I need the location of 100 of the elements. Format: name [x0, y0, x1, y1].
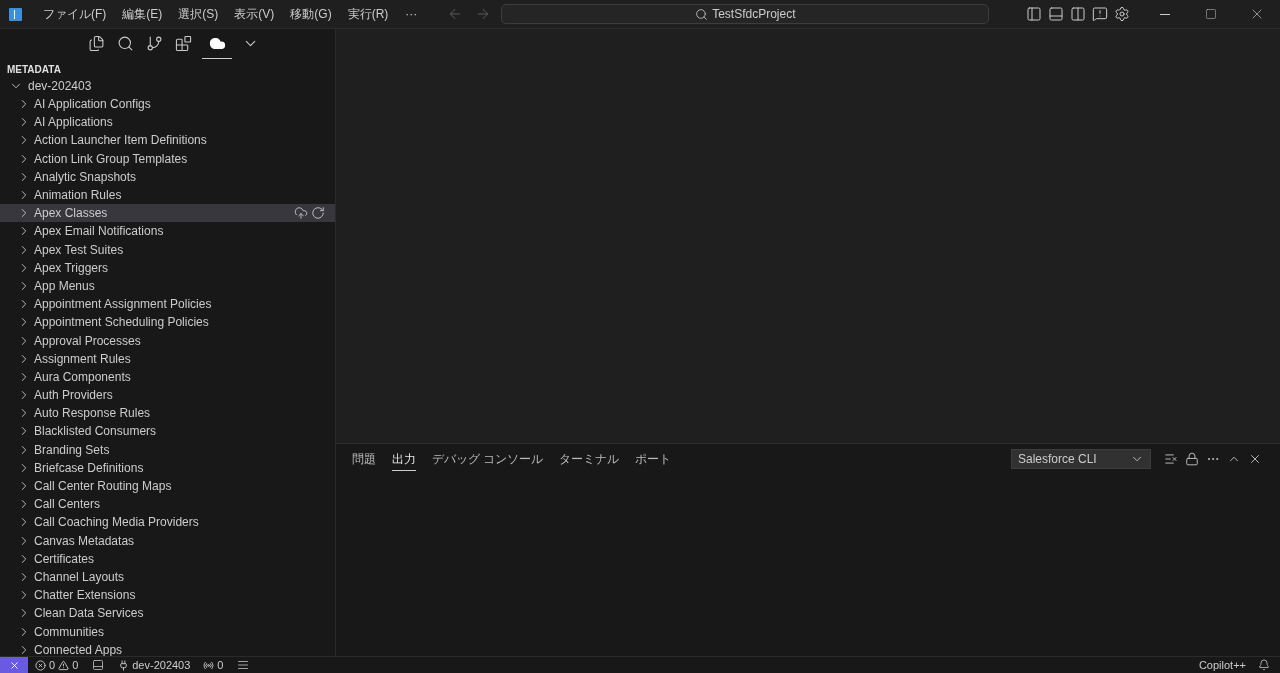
lock-icon[interactable] — [1185, 452, 1199, 466]
tree-label: Briefcase Definitions — [34, 459, 144, 477]
tree-label: Auto Response Rules — [34, 405, 151, 423]
tree-item[interactable]: Animation Rules — [0, 185, 335, 205]
tree-item[interactable]: AI Application Configs — [0, 95, 335, 114]
antenna-icon — [203, 659, 215, 671]
panel-tab[interactable]: 問題 — [352, 447, 376, 471]
tree-item[interactable]: Action Launcher Item Definitions — [0, 131, 335, 150]
menu-item[interactable]: 実行(R) — [340, 5, 396, 23]
error-icon — [35, 659, 46, 671]
tree-label: Branding Sets — [34, 441, 110, 459]
tree-label: Auth Providers — [34, 387, 113, 405]
menu-item[interactable]: 選択(S) — [171, 5, 226, 23]
cloud-icon — [208, 35, 226, 52]
panel-tab[interactable]: デバッグ コンソール — [432, 447, 544, 471]
tree-item[interactable]: Appointment Scheduling Policies — [0, 313, 335, 332]
remote-button[interactable] — [0, 657, 28, 673]
menu-item[interactable]: 編集(E) — [115, 5, 170, 23]
tree-item[interactable]: Canvas Metadatas — [0, 531, 335, 550]
search-text: TestSfdcProject — [712, 6, 796, 23]
tree-item[interactable]: Aura Components — [0, 367, 335, 386]
panel-tab[interactable]: 出力 — [392, 447, 416, 471]
tree-item[interactable]: Briefcase Definitions — [0, 458, 335, 477]
tree-item[interactable]: Apex Triggers — [0, 258, 335, 277]
tree-item[interactable]: Blacklisted Consumers — [0, 422, 335, 441]
tree-item[interactable]: Action Link Group Templates — [0, 149, 335, 168]
tree-item[interactable]: Branding Sets — [0, 440, 335, 459]
clear-output-icon[interactable] — [1164, 452, 1178, 466]
tree-label: Apex Test Suites — [34, 241, 124, 259]
menu-icon[interactable] — [237, 659, 250, 671]
tree-item[interactable]: Apex Test Suites — [0, 240, 335, 259]
menu-item[interactable]: ファイル(F) — [36, 5, 114, 23]
settings-icon[interactable] — [1114, 6, 1130, 22]
app-logo-icon — [9, 7, 22, 21]
tree-item[interactable]: Apex Email Notifications — [0, 222, 335, 241]
tree-item[interactable]: Call Coaching Media Providers — [0, 513, 335, 532]
section-title: METADATA — [6, 63, 62, 77]
panel-toggle-icon[interactable] — [1048, 6, 1064, 22]
sidebar-toggle-icon[interactable] — [1026, 6, 1042, 22]
tree-label: Call Coaching Media Providers — [34, 514, 199, 532]
tree-item[interactable]: AI Applications — [0, 113, 335, 132]
search-icon — [117, 35, 134, 52]
problems-status[interactable]: 0 0 — [35, 656, 79, 673]
tree-label: Channel Layouts — [34, 568, 125, 586]
tree-label: Certificates — [34, 550, 95, 568]
tree-label: Clean Data Services — [34, 605, 144, 623]
tree-item[interactable]: dev-202403 — [0, 77, 335, 95]
panel-tab[interactable]: ターミナル — [559, 447, 620, 471]
tree-item[interactable]: Communities — [0, 622, 335, 641]
output-channel-select[interactable]: Salesforce CLI — [1011, 449, 1151, 469]
tree-item[interactable]: Channel Layouts — [0, 567, 335, 587]
tree-item[interactable]: Certificates — [0, 549, 335, 568]
tree-item[interactable]: Connected Apps — [0, 640, 335, 656]
tree-label: Appointment Scheduling Policies — [34, 314, 209, 332]
notification-icon[interactable] — [1258, 659, 1270, 671]
tree-label: Analytic Snapshots — [34, 168, 137, 186]
tree-label: Aura Components — [34, 368, 131, 386]
tree-label: Call Centers — [34, 496, 101, 514]
tree-label: AI Application Configs — [34, 96, 151, 114]
maximize-icon — [1205, 8, 1217, 20]
cloud-upload-icon[interactable] — [294, 206, 308, 221]
tree-label: Blacklisted Consumers — [34, 423, 157, 441]
refresh-icon[interactable] — [311, 206, 325, 221]
tree-label: Action Link Group Templates — [34, 150, 188, 168]
tree-item[interactable]: Appointment Assignment Policies — [0, 295, 335, 314]
menu-item[interactable]: 表示(V) — [227, 5, 282, 23]
tree-item[interactable]: Analytic Snapshots — [0, 167, 335, 186]
branch-icon — [146, 35, 163, 52]
tree-label: Apex Classes — [34, 205, 108, 223]
tree-label: Appointment Assignment Policies — [34, 296, 212, 314]
tree-item[interactable]: Call Centers — [0, 495, 335, 514]
tree-label: Action Launcher Item Definitions — [34, 132, 207, 150]
extensions-icon — [175, 35, 192, 52]
remote-icon — [8, 659, 20, 671]
copilot-status[interactable]: Copilot++ — [1198, 656, 1246, 673]
tree-item[interactable]: Clean Data Services — [0, 604, 335, 623]
tree-label: Assignment Rules — [34, 350, 131, 368]
panel-tab[interactable]: ポート — [635, 447, 672, 471]
more-menu[interactable]: ··· — [397, 5, 426, 23]
tree-item[interactable]: Chatter Extensions — [0, 586, 335, 605]
select-value: Salesforce CLI — [1018, 451, 1097, 468]
tree-item[interactable]: Call Center Routing Maps — [0, 476, 335, 496]
org-status[interactable]: dev-202403 — [118, 656, 191, 673]
tree-item[interactable]: Assignment Rules — [0, 349, 335, 368]
tree-label: Animation Rules — [34, 187, 122, 205]
warning-count: 0 — [72, 657, 79, 673]
menu-item[interactable]: 移動(G) — [283, 5, 339, 23]
tree-item[interactable]: Auth Providers — [0, 386, 335, 405]
panel-layout-icon[interactable] — [92, 659, 105, 671]
tree-label: Apex Email Notifications — [34, 223, 164, 241]
tree-item[interactable]: Apex Classes — [0, 204, 335, 223]
tree-item[interactable]: Auto Response Rules — [0, 404, 335, 423]
close-panel-icon[interactable] — [1248, 452, 1262, 466]
feedback-icon[interactable] — [1092, 6, 1108, 22]
command-search-field[interactable]: TestSfdcProject — [501, 4, 990, 24]
ports-status[interactable]: 0 — [203, 656, 224, 673]
tree-label: Approval Processes — [34, 332, 141, 350]
split-layout-icon[interactable] — [1070, 6, 1086, 22]
tree-item[interactable]: Approval Processes — [0, 331, 335, 350]
tree-item[interactable]: App Menus — [0, 276, 335, 296]
